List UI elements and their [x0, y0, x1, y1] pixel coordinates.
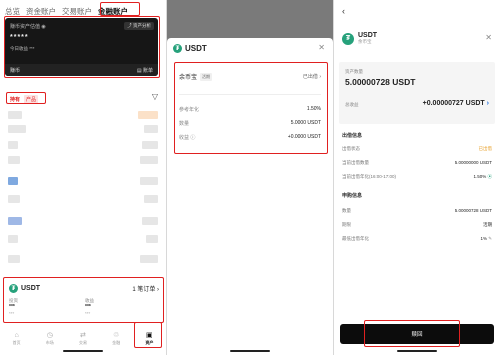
detail-subtitle: 余币宝 — [358, 39, 372, 44]
total-earnings-label: 总收益 — [345, 102, 359, 107]
usdt-icon: ₮ — [342, 32, 354, 45]
lend-amount-row: 当前出借数量 5.00000000 USDT — [342, 160, 492, 165]
list-item — [8, 234, 158, 244]
dimmed-overlay[interactable] — [167, 0, 333, 38]
total-earnings-value[interactable]: +0.00000727 USDT › — [423, 100, 489, 107]
nav-home[interactable]: ⌂ 首页 — [13, 332, 21, 346]
usdt-detail-panel: ‹ ₮ USDT 余币宝 ✕ 资产数量 5.00000728 USDT 总收益 … — [334, 0, 500, 355]
sub-amount-row: 数量 5.00000728 USDT — [342, 208, 492, 213]
nav-market[interactable]: ◷ 市场 — [46, 331, 54, 346]
home-indicator — [230, 350, 270, 352]
close-icon[interactable]: ✕ — [485, 33, 492, 42]
list-item — [8, 124, 158, 134]
close-icon[interactable]: ✕ — [318, 43, 325, 52]
edit-icon[interactable]: ✎ — [488, 236, 492, 241]
filter-icon[interactable]: ▽ — [152, 92, 158, 101]
market-icon: ◷ — [46, 332, 53, 339]
list-item — [8, 176, 158, 186]
financial-account-panel: 总览 资金账户 交易账户 金融账户 赚币资产估值 ◉ ⤴ 资产分析 ***** … — [0, 0, 166, 355]
detail-header: ₮ USDT 余币宝 — [342, 32, 377, 45]
highlight-filter — [6, 92, 46, 104]
usdt-icon: ₮ — [173, 44, 182, 53]
sub-min-rate-row: 最低出借年化 1% ✎ — [342, 236, 492, 241]
qty-label: 资产数量 — [345, 69, 363, 74]
highlight-usdt-card — [3, 277, 164, 323]
lend-info-heading: 出借信息 — [342, 133, 363, 139]
nav-finance[interactable]: ♲ 金融 — [112, 331, 120, 346]
home-icon: ⌂ — [14, 332, 19, 339]
list-item — [8, 254, 158, 264]
sheet-header: ₮ USDT — [173, 44, 207, 53]
detail-title: USDT — [358, 32, 378, 39]
home-indicator — [397, 350, 437, 352]
highlight-financial-tab — [100, 2, 140, 16]
usdt-bottom-sheet-panel: ₮ USDT ✕ 余币宝 活期 已出借 › 参考年化 1.50% 数量 5.0000… — [167, 0, 333, 355]
list-item — [8, 110, 158, 120]
summary-box: 资产数量 5.00000728 USDT 总收益 +0.00000727 USD… — [339, 62, 495, 124]
list-item — [8, 140, 158, 150]
list-item — [8, 194, 158, 204]
list-item — [8, 216, 158, 226]
highlight-redeem-button — [364, 320, 460, 347]
home-indicator — [63, 350, 103, 352]
sub-term-row: 期限 活期 — [342, 222, 492, 227]
highlight-asset-card — [4, 16, 160, 78]
subscribe-info-heading: 申购信息 — [342, 193, 363, 199]
lend-rate-row: 当前出借年化(16:00-17:00) 1.50% ⦿ — [342, 174, 493, 179]
back-icon[interactable]: ‹ — [342, 6, 345, 16]
highlight-nav-assets — [134, 322, 162, 348]
finance-icon: ♲ — [113, 332, 120, 339]
nav-trade[interactable]: ⇄ 交易 — [79, 331, 87, 346]
chevron-right-icon: › — [486, 100, 489, 107]
trade-icon: ⇄ — [80, 332, 86, 339]
sheet-title: USDT — [185, 44, 207, 53]
qty-value: 5.00000728 USDT — [345, 77, 416, 87]
highlight-product-block — [174, 62, 328, 154]
rate-icon: ⦿ — [487, 174, 493, 179]
list-item — [8, 155, 158, 165]
lend-status-row: 出借状态 已出借 — [342, 146, 492, 151]
